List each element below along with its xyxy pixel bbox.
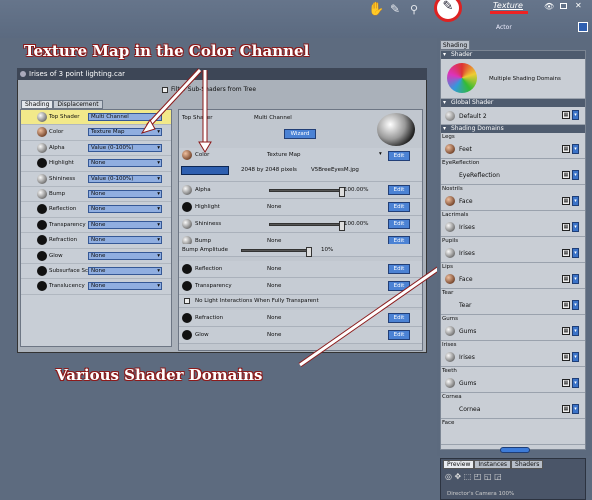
- shader-menu-button[interactable]: ▾: [572, 144, 579, 154]
- shader-menu-button[interactable]: ▾: [572, 196, 579, 206]
- shader-menu-button[interactable]: ▾: [572, 300, 579, 310]
- tab-shading-panel[interactable]: Shading: [440, 40, 470, 50]
- multi-shader-ball-icon: [447, 63, 477, 93]
- shader-menu-button[interactable]: ▾: [572, 404, 579, 414]
- settings-icon[interactable]: ▦: [562, 197, 570, 205]
- domains-header[interactable]: Shading Domains: [441, 125, 585, 133]
- list-item[interactable]: Pupils Irises ▦ ▾: [441, 237, 585, 263]
- shader-ball-icon: [445, 144, 455, 154]
- settings-icon[interactable]: ▦: [562, 249, 570, 257]
- settings-icon[interactable]: ▦: [562, 405, 570, 413]
- list-item[interactable]: Irises Irises ▦ ▾: [441, 341, 585, 367]
- shader-menu-button[interactable]: ▾: [572, 110, 579, 120]
- settings-icon[interactable]: ▦: [562, 301, 570, 309]
- global-shader-row[interactable]: Default 2 ▦ ▾: [441, 107, 585, 125]
- shader-ball-icon: [445, 378, 455, 388]
- shader-menu-button[interactable]: ▾: [572, 222, 579, 232]
- shader-ball-icon: [445, 274, 455, 284]
- shader-menu-button[interactable]: ▾: [572, 274, 579, 284]
- settings-icon[interactable]: ▦: [562, 353, 570, 361]
- shading-domain-list: Shader Multiple Shading Domains Global S…: [440, 50, 586, 450]
- scroll-handle[interactable]: [500, 447, 530, 453]
- shader-header[interactable]: Shader: [441, 51, 585, 59]
- shader-ball-icon: [445, 352, 455, 362]
- shader-preview-row: Multiple Shading Domains: [441, 59, 585, 99]
- shader-ball-icon: [445, 111, 455, 121]
- list-item[interactable]: Legs Feet ▦ ▾: [441, 133, 585, 159]
- settings-icon[interactable]: ▦: [562, 223, 570, 231]
- list-item[interactable]: EyeReflection EyeReflection ▦ ▾: [441, 159, 585, 185]
- settings-icon[interactable]: ▦: [562, 145, 570, 153]
- list-item[interactable]: Face: [441, 419, 585, 445]
- shader-menu-button[interactable]: ▾: [572, 326, 579, 336]
- list-item[interactable]: Lacrimals Irises ▦ ▾: [441, 211, 585, 237]
- list-item[interactable]: Gums Gums ▦ ▾: [441, 315, 585, 341]
- settings-icon[interactable]: ▦: [562, 275, 570, 283]
- list-item[interactable]: Lips Face ▦ ▾: [441, 263, 585, 289]
- shader-menu-button[interactable]: ▾: [572, 352, 579, 362]
- tab-shaders[interactable]: Shaders: [511, 460, 544, 469]
- global-shader-header[interactable]: Global Shader: [441, 99, 585, 107]
- tab-instances[interactable]: Instances: [474, 460, 512, 469]
- settings-icon[interactable]: ▦: [562, 379, 570, 387]
- arrow-to-color: [140, 68, 212, 153]
- list-item[interactable]: Nostrils Face ▦ ▾: [441, 185, 585, 211]
- shader-menu-button[interactable]: ▾: [572, 248, 579, 258]
- shader-ball-icon: [445, 248, 455, 258]
- shader-menu-button[interactable]: ▾: [572, 378, 579, 388]
- list-item[interactable]: Cornea Cornea ▦ ▾: [441, 393, 585, 419]
- camera-label: Director's Camera 100%: [447, 491, 515, 497]
- shader-menu-button[interactable]: ▾: [572, 170, 579, 180]
- shader-name: Multiple Shading Domains: [489, 76, 561, 82]
- shader-ball-icon: [445, 326, 455, 336]
- shader-ball-icon: [445, 196, 455, 206]
- settings-icon[interactable]: ▦: [562, 111, 570, 119]
- shader-ball-icon: [445, 222, 455, 232]
- settings-icon[interactable]: ▦: [562, 171, 570, 179]
- preview-panel: Preview Instances Shaders ◎ ✥ ⬚ ◰ ◱ ◲ Dire…: [440, 458, 586, 500]
- settings-icon[interactable]: ▦: [562, 327, 570, 335]
- tab-preview[interactable]: Preview: [443, 460, 475, 469]
- list-item[interactable]: Tear Tear ▦ ▾: [441, 289, 585, 315]
- list-item[interactable]: Teeth Gums ▦ ▾: [441, 367, 585, 393]
- preview-tool-icons[interactable]: ◎ ✥ ⬚ ◰ ◱ ◲: [441, 470, 585, 483]
